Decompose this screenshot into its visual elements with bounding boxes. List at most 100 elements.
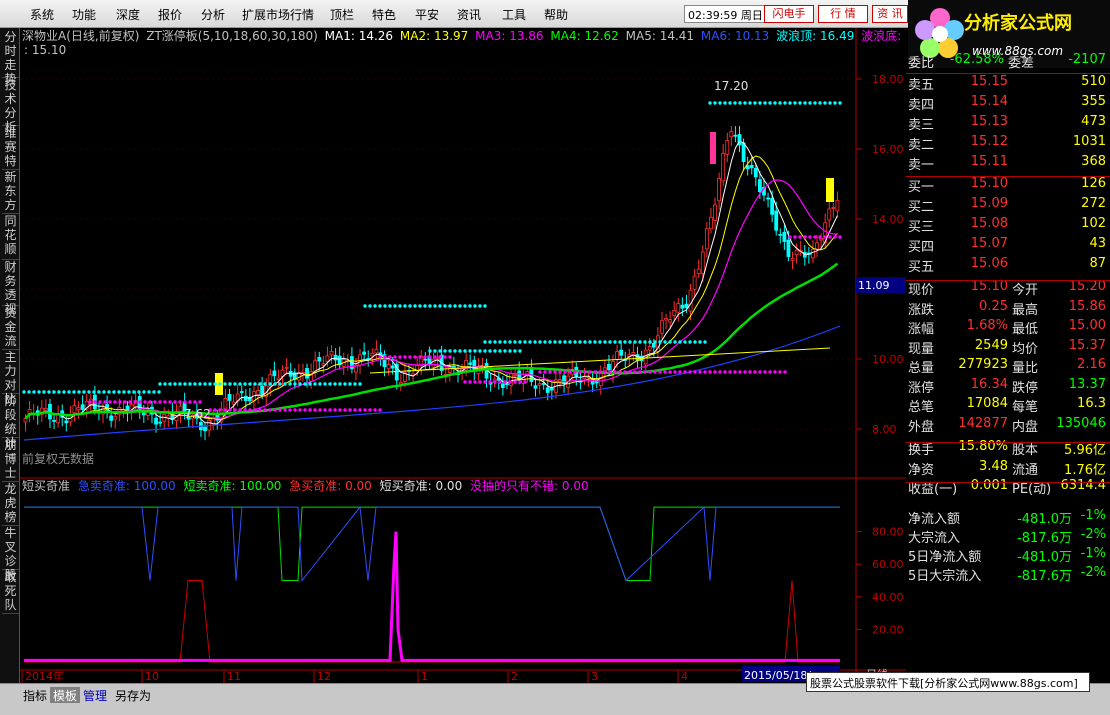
wave-bottom-dots — [258, 408, 262, 412]
wave-bottom-dots — [218, 408, 222, 412]
kline-chart[interactable]: 18.0016.0014.0012.0010.008.00 80.0060.00… — [20, 28, 906, 683]
tab-manage[interactable]: 管理 — [80, 687, 110, 703]
wave-top-dots — [458, 349, 462, 353]
candle-body — [141, 412, 146, 416]
wave-bottom-dots — [103, 400, 107, 404]
menu-news[interactable]: 资讯 — [457, 6, 481, 23]
left-tab-9[interactable]: 朋博士 — [2, 438, 19, 482]
ad-banner[interactable]: 股票公式股票软件下载[分析家公式网www.88gs.com] — [806, 672, 1090, 692]
tab-indicator[interactable]: 指标 — [20, 687, 50, 703]
wave-bottom-dots — [293, 408, 297, 412]
menu-depth[interactable]: 深度 — [116, 6, 140, 23]
wave-top-dots — [87, 390, 91, 394]
wave-bottom-dots — [398, 355, 402, 359]
candle-body — [647, 346, 652, 351]
time-axis-label: 2 — [511, 670, 518, 683]
bid-volume: 272 — [1081, 196, 1106, 211]
left-tab-3[interactable]: 新东方 — [2, 170, 19, 214]
wave-bottom-dots — [348, 408, 352, 412]
candle-body — [733, 134, 738, 137]
left-tab-4[interactable]: 同花顺 — [2, 214, 19, 260]
wave-top-dots — [478, 349, 482, 353]
wave-bottom-dots — [478, 380, 482, 384]
wave-bottom-dots — [773, 370, 777, 374]
candle-body — [272, 370, 277, 377]
menu-analysis[interactable]: 分析 — [201, 6, 225, 23]
price-axis-label: 18.00 — [872, 73, 904, 86]
candle-body — [154, 417, 158, 425]
wave-top-dots — [253, 382, 257, 386]
wave-top-dots — [27, 390, 31, 394]
wave-top-dots — [593, 340, 597, 344]
flash-trade-button[interactable]: 闪电手 — [764, 5, 814, 23]
candle-body — [56, 414, 61, 424]
left-tab-1[interactable]: 技术分析 — [2, 78, 19, 134]
left-tab-10[interactable]: 龙虎榜 — [2, 482, 19, 526]
wave-bottom-dots — [733, 370, 737, 374]
wave-top-dots — [483, 340, 487, 344]
menu-function[interactable]: 功能 — [72, 6, 96, 23]
sub-header-i1: 急卖奇准: 100.00 — [78, 478, 176, 493]
wave-bottom-dots — [438, 355, 442, 359]
wave-top-dots — [263, 382, 267, 386]
left-tab-0[interactable]: 分时走势 — [2, 30, 19, 86]
sub-axis-label: 40.00 — [872, 591, 904, 604]
left-tab-2[interactable]: 维赛特 — [2, 126, 19, 170]
candle-body — [713, 204, 717, 221]
wave-bottom-dots — [353, 408, 357, 412]
news-button[interactable]: 资 讯 — [872, 5, 908, 23]
left-tab-11[interactable]: 牛叉诊股 — [2, 526, 19, 582]
wave-top-dots — [208, 382, 212, 386]
candle-body — [766, 197, 770, 200]
candle-body — [774, 210, 779, 231]
wave-bottom-dots — [123, 400, 127, 404]
candle-body — [231, 401, 236, 405]
candle-body — [227, 394, 232, 401]
menu-extended-market[interactable]: 扩展市场行情 — [242, 6, 314, 23]
menu-quote[interactable]: 报价 — [158, 6, 182, 23]
flow-label: 5日净流入额 — [908, 549, 982, 565]
market-button[interactable]: 行 情 — [818, 5, 868, 23]
menu-features[interactable]: 特色 — [372, 6, 396, 23]
wave-top-dots — [248, 382, 252, 386]
wave-top-dots — [643, 340, 647, 344]
wave-top-dots — [137, 390, 141, 394]
left-tab-5[interactable]: 财务透视 — [2, 260, 19, 316]
tab-template[interactable]: 模板 — [50, 687, 81, 703]
wave-bottom-dots — [383, 355, 387, 359]
candle-body — [309, 371, 314, 382]
menu-tools[interactable]: 工具 — [502, 6, 526, 23]
wave-top-dots — [828, 101, 832, 105]
candle-body — [794, 249, 799, 256]
wave-top-dots — [47, 390, 51, 394]
wave-top-dots — [483, 349, 487, 353]
menu-top-bar[interactable]: 顶栏 — [330, 6, 354, 23]
left-tab-8[interactable]: 阶段统计 — [2, 394, 19, 450]
left-tab-6[interactable]: 资金流 — [2, 306, 19, 350]
wave-bottom-dots — [428, 355, 432, 359]
candle-body — [505, 383, 509, 386]
wave-bottom-dots — [388, 355, 392, 359]
finance-row: 收益(一) 0.001 PE(动) 6314.4 — [906, 478, 1110, 498]
candle-body — [782, 231, 787, 242]
wave-top-dots — [753, 101, 757, 105]
finance-value-right: 6314.4 — [1060, 478, 1107, 493]
left-tab-12[interactable]: 敢死队 — [2, 570, 19, 614]
price-axis-label: 16.00 — [872, 143, 904, 156]
wave-bottom-dots — [393, 355, 397, 359]
wave-bottom-dots — [663, 370, 667, 374]
wave-bottom-dots — [578, 370, 582, 374]
ask-row: 卖四 15.14 355 — [906, 94, 1110, 114]
wave-bottom-dots — [303, 408, 307, 412]
stat-value-right: 15.86 — [1068, 298, 1106, 314]
stat-value-right: 15.20 — [1068, 279, 1106, 294]
ask-price: 15.11 — [970, 154, 1008, 169]
flow-row: 净流入额 -481.0万 -1% — [906, 508, 1110, 528]
left-tab-7[interactable]: 主力对比 — [2, 350, 19, 406]
menu-system[interactable]: 系统 — [30, 6, 54, 23]
tab-save-as[interactable]: 另存为 — [112, 687, 154, 703]
wave-bottom-dots — [523, 380, 527, 384]
menu-pingan[interactable]: 平安 — [415, 6, 439, 23]
menu-help[interactable]: 帮助 — [544, 6, 568, 23]
wave-bottom-dots — [248, 408, 252, 412]
